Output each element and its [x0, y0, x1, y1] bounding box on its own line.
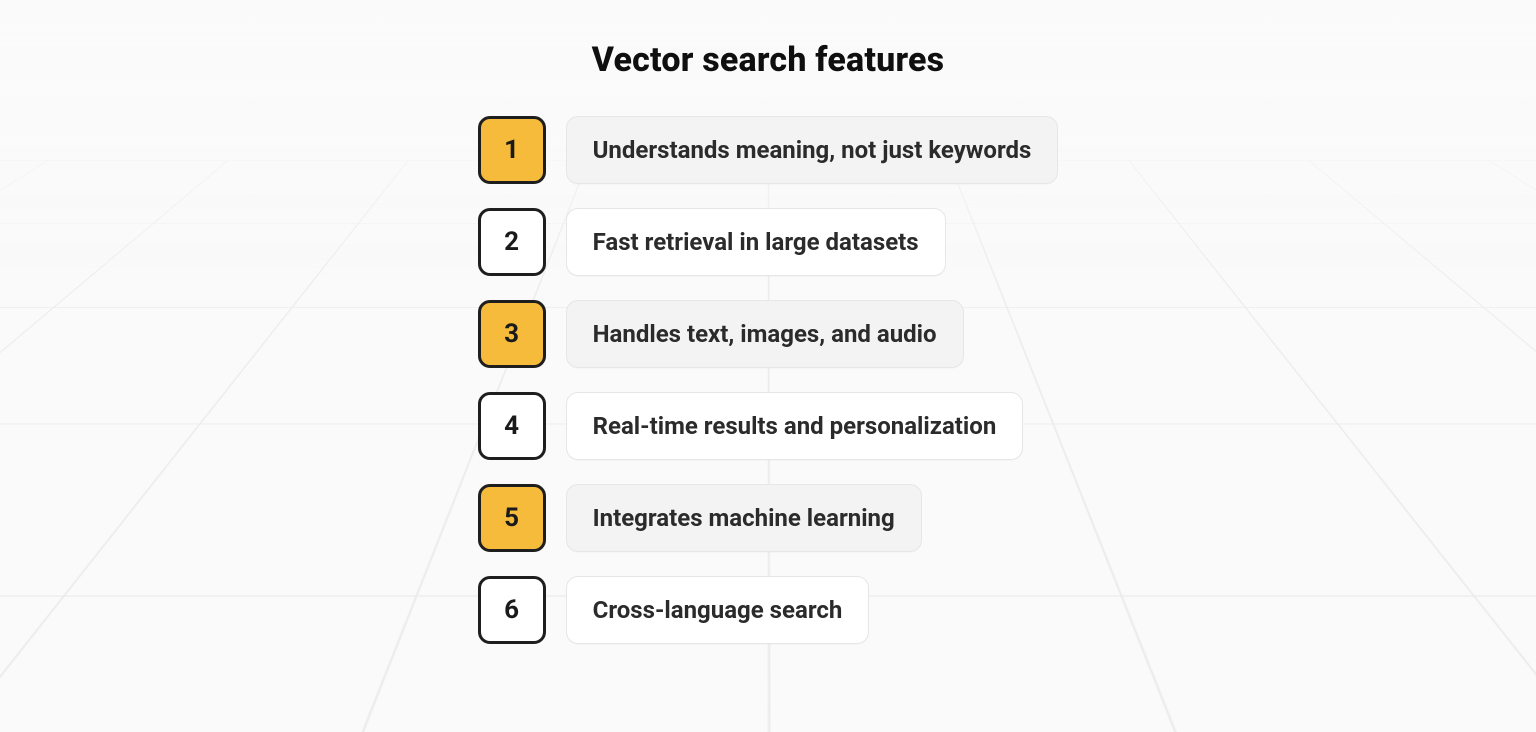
feature-list: 1 Understands meaning, not just keywords… — [478, 116, 1059, 644]
feature-number-badge: 3 — [478, 300, 546, 368]
feature-label: Cross-language search — [593, 596, 843, 624]
feature-card: Fast retrieval in large datasets — [566, 208, 946, 276]
feature-card: Understands meaning, not just keywords — [566, 116, 1059, 184]
feature-number: 6 — [504, 595, 519, 625]
feature-row: 1 Understands meaning, not just keywords — [478, 116, 1059, 184]
feature-number-badge: 5 — [478, 484, 546, 552]
feature-number: 4 — [504, 411, 519, 441]
feature-label: Fast retrieval in large datasets — [593, 228, 919, 256]
feature-number-badge: 2 — [478, 208, 546, 276]
feature-card: Cross-language search — [566, 576, 870, 644]
diagram-content: Vector search features 1 Understands mea… — [0, 0, 1536, 644]
feature-label: Real-time results and personalization — [593, 412, 997, 440]
feature-card: Real-time results and personalization — [566, 392, 1024, 460]
feature-card: Integrates machine learning — [566, 484, 922, 552]
feature-card: Handles text, images, and audio — [566, 300, 964, 368]
feature-number: 5 — [504, 503, 519, 533]
feature-label: Understands meaning, not just keywords — [593, 136, 1032, 164]
feature-row: 3 Handles text, images, and audio — [478, 300, 964, 368]
feature-number: 2 — [504, 227, 519, 257]
feature-number-badge: 4 — [478, 392, 546, 460]
feature-number-badge: 1 — [478, 116, 546, 184]
feature-row: 6 Cross-language search — [478, 576, 870, 644]
feature-row: 4 Real-time results and personalization — [478, 392, 1024, 460]
feature-number: 1 — [504, 135, 519, 165]
feature-number: 3 — [504, 319, 519, 349]
diagram-stage: Vector search features 1 Understands mea… — [0, 0, 1536, 732]
feature-number-badge: 6 — [478, 576, 546, 644]
feature-label: Integrates machine learning — [593, 504, 895, 532]
feature-row: 2 Fast retrieval in large datasets — [478, 208, 946, 276]
feature-row: 5 Integrates machine learning — [478, 484, 922, 552]
diagram-title: Vector search features — [592, 40, 945, 80]
feature-label: Handles text, images, and audio — [593, 320, 937, 348]
